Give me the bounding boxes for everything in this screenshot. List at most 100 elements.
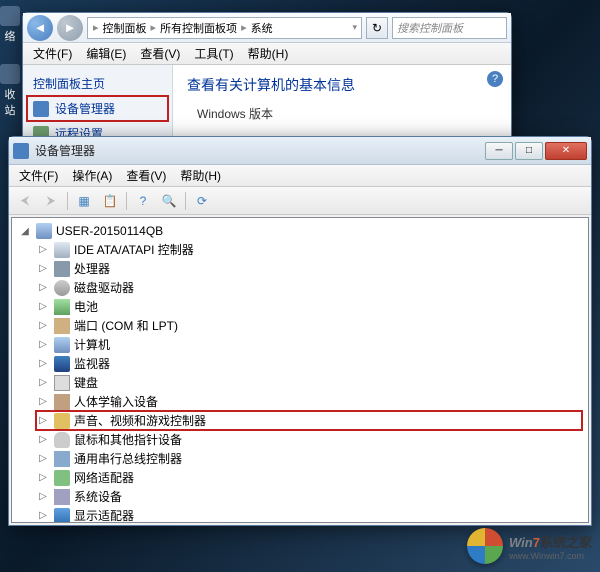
tree-root-node[interactable]: ◢ USER-20150114QB bbox=[18, 222, 582, 240]
device-category-icon bbox=[54, 413, 70, 429]
tree-node[interactable]: ▷网络适配器 bbox=[36, 468, 582, 487]
tree-node-label: 通用串行总线控制器 bbox=[74, 450, 182, 467]
expand-icon[interactable]: ▷ bbox=[36, 471, 50, 485]
menu-edit[interactable]: 编辑(E) bbox=[80, 43, 132, 64]
show-hidden-button[interactable]: ▦ bbox=[72, 190, 96, 212]
address-bar[interactable]: ▸ 控制面板 ▸ 所有控制面板项 ▸ 系统 ▾ bbox=[87, 17, 362, 39]
tree-node-label: 电池 bbox=[74, 298, 98, 315]
menu-file[interactable]: 文件(F) bbox=[13, 165, 64, 186]
menu-view[interactable]: 查看(V) bbox=[134, 43, 186, 64]
help-button[interactable]: ? bbox=[131, 190, 155, 212]
scan-button[interactable]: 🔍 bbox=[157, 190, 181, 212]
tree-node-label: 计算机 bbox=[74, 336, 110, 353]
expand-icon[interactable]: ▷ bbox=[36, 281, 50, 295]
tree-node[interactable]: ▷处理器 bbox=[36, 259, 582, 278]
tree-node[interactable]: ▷ 通用串行总线控制器 bbox=[36, 449, 582, 468]
expand-icon[interactable]: ▷ bbox=[36, 319, 50, 333]
close-button[interactable]: ✕ bbox=[545, 142, 587, 160]
properties-button[interactable]: 📋 bbox=[98, 190, 122, 212]
expand-icon[interactable]: ▷ bbox=[36, 262, 50, 276]
tree-node[interactable]: ▷ 显示适配器 bbox=[36, 506, 582, 523]
sidebar-item-device-manager[interactable]: 设备管理器 bbox=[27, 96, 168, 121]
device-category-icon bbox=[54, 470, 70, 486]
computer-icon bbox=[36, 223, 52, 239]
device-category-icon bbox=[54, 394, 70, 410]
tree-node[interactable]: ▷ IDE ATA/ATAPI 控制器 bbox=[36, 240, 582, 259]
expand-icon[interactable]: ▷ bbox=[36, 414, 50, 428]
desktop-icon[interactable]: 收站 bbox=[0, 64, 20, 118]
sidebar-item-label: 设备管理器 bbox=[55, 100, 115, 117]
menu-help[interactable]: 帮助(H) bbox=[174, 165, 227, 186]
watermark-url: www.Winwin7.com bbox=[509, 551, 592, 561]
collapse-icon[interactable]: ◢ bbox=[18, 224, 32, 238]
sidebar-home[interactable]: 控制面板主页 bbox=[27, 71, 168, 96]
tree-node-label: 鼠标和其他指针设备 bbox=[74, 431, 182, 448]
tree-node-label: 声音、视频和游戏控制器 bbox=[74, 412, 206, 429]
back-button[interactable]: ◄ bbox=[27, 15, 53, 41]
forward-button[interactable]: ⮞ bbox=[39, 190, 63, 212]
toolbar: ⮜ ⮞ ▦ 📋 ? 🔍 ⟳ bbox=[9, 187, 591, 215]
tree-node[interactable]: ▷ 鼠标和其他指针设备 bbox=[36, 430, 582, 449]
expand-icon[interactable]: ▷ bbox=[36, 376, 50, 390]
watermark: Win7系统之家 www.Winwin7.com bbox=[467, 528, 592, 564]
help-icon[interactable]: ? bbox=[487, 71, 503, 87]
titlebar[interactable]: 设备管理器 ─ □ ✕ bbox=[9, 137, 591, 165]
refresh-button[interactable]: ⟳ bbox=[190, 190, 214, 212]
breadcrumb-seg[interactable]: 系统 bbox=[248, 20, 276, 36]
device-tree[interactable]: ◢ USER-20150114QB ▷ IDE ATA/ATAPI 控制器▷处理器… bbox=[11, 217, 589, 523]
tree-node[interactable]: ▷键盘 bbox=[36, 373, 582, 392]
expand-icon[interactable]: ▷ bbox=[36, 338, 50, 352]
desktop-icon-label: 络 bbox=[5, 31, 16, 43]
tree-node[interactable]: ▷ 系统设备 bbox=[36, 487, 582, 506]
expand-icon[interactable]: ▷ bbox=[36, 300, 50, 314]
menu-file[interactable]: 文件(F) bbox=[27, 43, 78, 64]
menu-tools[interactable]: 工具(T) bbox=[188, 43, 239, 64]
tree-node[interactable]: ▷监视器 bbox=[36, 354, 582, 373]
breadcrumb-seg[interactable]: 控制面板 bbox=[100, 20, 150, 36]
device-category-icon bbox=[54, 489, 70, 505]
expand-icon[interactable]: ▷ bbox=[36, 357, 50, 371]
device-category-icon bbox=[54, 337, 70, 353]
maximize-button[interactable]: □ bbox=[515, 142, 543, 160]
back-button[interactable]: ⮜ bbox=[13, 190, 37, 212]
refresh-button[interactable]: ↻ bbox=[366, 17, 388, 39]
expand-icon[interactable]: ▷ bbox=[36, 433, 50, 447]
search-input[interactable]: 搜索控制面板 bbox=[392, 17, 507, 39]
tree-node[interactable]: ▷磁盘驱动器 bbox=[36, 278, 582, 297]
expand-icon[interactable]: ▷ bbox=[36, 490, 50, 504]
tree-node-label: 显示适配器 bbox=[74, 507, 134, 523]
tree-node-label: USER-20150114QB bbox=[56, 224, 163, 238]
tree-node-label: 系统设备 bbox=[74, 488, 122, 505]
device-category-icon bbox=[54, 318, 70, 334]
tree-node[interactable]: ▷ 电池 bbox=[36, 297, 582, 316]
menu-view[interactable]: 查看(V) bbox=[120, 165, 172, 186]
device-category-icon bbox=[54, 299, 70, 315]
expand-icon[interactable]: ▷ bbox=[36, 243, 50, 257]
address-bar-row: ◄ ► ▸ 控制面板 ▸ 所有控制面板项 ▸ 系统 ▾ ↻ 搜索控制面板 bbox=[23, 13, 511, 43]
window-title: 设备管理器 bbox=[35, 142, 485, 159]
menu-action[interactable]: 操作(A) bbox=[66, 165, 118, 186]
watermark-logo-icon bbox=[467, 528, 503, 564]
watermark-brand: Win7系统之家 bbox=[509, 532, 592, 551]
breadcrumb-seg[interactable]: 所有控制面板项 bbox=[157, 20, 240, 36]
desktop-icon[interactable]: 络 bbox=[0, 6, 20, 44]
tree-node-label: IDE ATA/ATAPI 控制器 bbox=[74, 241, 194, 258]
device-category-icon bbox=[54, 280, 70, 296]
desktop-icon-label: 收站 bbox=[5, 89, 16, 117]
tree-node[interactable]: ▷人体学输入设备 bbox=[36, 392, 582, 411]
tree-node[interactable]: ▷ 计算机 bbox=[36, 335, 582, 354]
menu-help[interactable]: 帮助(H) bbox=[242, 43, 295, 64]
forward-button[interactable]: ► bbox=[57, 15, 83, 41]
device-category-icon bbox=[54, 451, 70, 467]
device-category-icon bbox=[54, 432, 70, 448]
expand-icon[interactable]: ▷ bbox=[36, 452, 50, 466]
device-manager-icon bbox=[33, 101, 49, 117]
tree-node[interactable]: ▷ 声音、视频和游戏控制器 bbox=[36, 411, 582, 430]
expand-icon[interactable]: ▷ bbox=[36, 509, 50, 523]
minimize-button[interactable]: ─ bbox=[485, 142, 513, 160]
tree-node[interactable]: ▷端口 (COM 和 LPT) bbox=[36, 316, 582, 335]
device-category-icon bbox=[54, 508, 70, 524]
expand-icon[interactable]: ▷ bbox=[36, 395, 50, 409]
device-category-icon bbox=[54, 356, 70, 372]
device-category-icon bbox=[54, 242, 70, 258]
